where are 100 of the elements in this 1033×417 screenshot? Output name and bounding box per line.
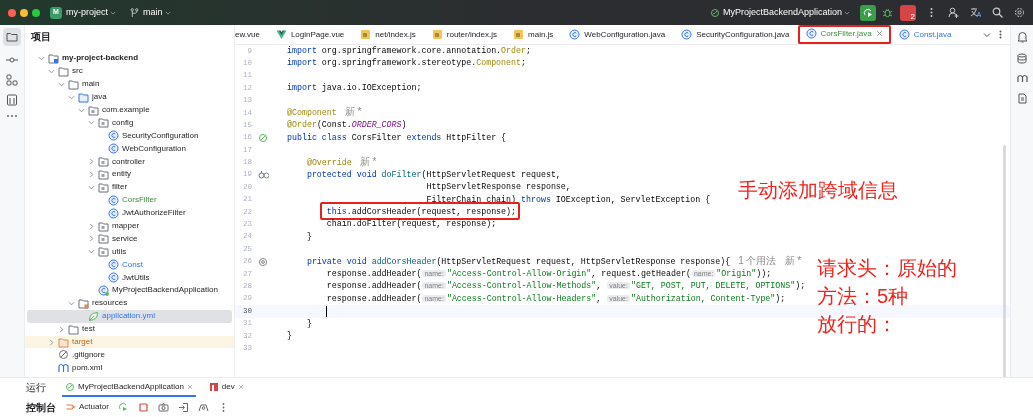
tree-item[interactable]: test [25, 322, 234, 336]
structure-icon[interactable] [6, 74, 18, 86]
tree-label: target [72, 336, 93, 349]
tree-item[interactable]: SecurityConfiguration [25, 129, 234, 143]
stop-icon[interactable] [137, 401, 149, 413]
run-tab[interactable]: dev [205, 378, 247, 397]
bean-icon[interactable] [258, 132, 269, 143]
tree-item[interactable]: pom.xml [25, 361, 234, 375]
chevron-down-icon[interactable] [983, 30, 991, 39]
editor-tab[interactable]: LoginPage.vue [267, 25, 353, 44]
tree-item[interactable]: my-project-backend [25, 52, 234, 65]
class-icon [108, 207, 119, 219]
package-icon [98, 117, 109, 129]
module-folder-icon [48, 52, 59, 64]
tree-item[interactable]: target [25, 335, 234, 349]
tree-item[interactable]: WebConfiguration [25, 142, 234, 156]
editor-tab[interactable]: router/index.js [423, 25, 505, 44]
class-icon [108, 259, 119, 271]
tree-item[interactable]: .gitignore [25, 348, 234, 362]
tree-item[interactable]: filter [25, 180, 234, 194]
actuator-icon [65, 402, 76, 412]
code-line: } [287, 330, 292, 342]
tree-item[interactable]: com.example [25, 103, 234, 117]
document-icon[interactable] [1017, 93, 1027, 104]
database-icon[interactable] [1017, 53, 1027, 64]
tree-item[interactable]: JwtAuthorizeFilter [25, 206, 234, 220]
folder-icon[interactable] [3, 28, 21, 46]
bell-icon[interactable] [1016, 31, 1028, 43]
code-line: FilterChain chain) throws IOException, ServletException { [425, 193, 711, 206]
maven-icon[interactable] [1016, 74, 1028, 83]
override-icon[interactable] [258, 170, 269, 181]
tree-item[interactable]: config [25, 116, 234, 130]
stop-button[interactable]: 2 [900, 4, 916, 21]
tree-label: resources [92, 297, 128, 310]
tree-label: test [82, 323, 95, 336]
tree-item[interactable]: mapper [25, 219, 234, 233]
tree-label: WebConfiguration [122, 142, 186, 155]
editor-tab[interactable]: main.js [505, 25, 562, 44]
editor-tab[interactable]: Const.java [890, 25, 960, 44]
tree-label: my-project-backend [62, 52, 139, 65]
tree-label: pom.xml [72, 361, 103, 374]
code-line: @Override 新 * [305, 156, 377, 169]
run-button[interactable] [860, 4, 876, 21]
editor-tab[interactable]: CorsFilter.java [797, 25, 891, 44]
rerun-icon [863, 7, 873, 18]
branch-name[interactable]: main [143, 5, 163, 20]
annotation-text: 请求头：原始的 [817, 256, 957, 281]
tree-item[interactable]: resources [25, 296, 234, 310]
exit-icon[interactable] [177, 401, 189, 413]
editor-tab[interactable]: net/index.js [352, 25, 424, 44]
code-line: HttpServletResponse response, [425, 181, 571, 194]
toolbar-tab[interactable]: Actuator [65, 397, 109, 417]
close-icon[interactable] [875, 30, 883, 37]
toolbar-tab[interactable]: 控制台 [26, 397, 56, 417]
project-name[interactable]: my-project [66, 5, 108, 20]
tree-label: controller [112, 155, 145, 168]
chevron-down-icon[interactable] [844, 9, 850, 16]
translate-icon[interactable] [970, 7, 981, 18]
code-line: this.addCorsHeader(request, response); [325, 206, 517, 219]
terminal-icon[interactable] [6, 94, 18, 106]
tree-item[interactable]: Const [25, 258, 234, 272]
code-line: } [305, 230, 312, 243]
tree-label: JwtAuthorizeFilter [122, 207, 186, 220]
tree-item[interactable]: main [25, 77, 234, 91]
camera-icon[interactable] [157, 401, 169, 413]
tree-item[interactable]: CorsFilter [25, 193, 234, 207]
chevron-down-icon[interactable] [164, 9, 171, 16]
editor-tab[interactable]: SecurityConfiguration.java [673, 25, 798, 44]
tree-label: main [82, 78, 100, 91]
spring-icon [65, 381, 75, 392]
add-user-icon[interactable] [948, 7, 959, 18]
tree-label: CorsFilter [122, 194, 157, 207]
chevron-down-icon [68, 299, 75, 307]
class-icon [805, 28, 817, 39]
at-sign-icon[interactable] [258, 256, 269, 267]
run-configuration[interactable]: MyProjectBackendApplication [722, 5, 842, 20]
tree-label: application.yml [102, 310, 155, 323]
tree-item[interactable]: service [25, 232, 234, 246]
scrollbar[interactable] [1003, 145, 1006, 377]
chevron-down-icon[interactable] [110, 9, 116, 16]
package-icon [98, 168, 109, 180]
tree-item[interactable]: JwtUtils [25, 271, 234, 285]
tree-item[interactable]: MyProjectBackendApplication [25, 284, 234, 297]
code-line: public class CorsFilter extends HttpFilter { [287, 131, 507, 144]
tree-item[interactable]: entity [25, 168, 234, 181]
tree-item[interactable]: controller [25, 155, 234, 168]
tree-item[interactable]: java [25, 90, 234, 104]
tree-item[interactable]: src [25, 64, 234, 78]
more-icon[interactable] [999, 30, 1002, 39]
code-line: chain.doFilter(request, response); [325, 218, 497, 231]
blocked-icon [58, 349, 69, 361]
search-icon[interactable] [992, 7, 1003, 18]
bug-icon[interactable] [882, 7, 893, 18]
package-icon [88, 104, 99, 116]
editor-tab[interactable]: WebConfiguration.java [561, 25, 674, 44]
rerun-icon[interactable] [117, 401, 129, 413]
editor-tab[interactable]: ew.vue [235, 25, 268, 44]
commit-icon[interactable] [6, 54, 18, 66]
tree-item[interactable]: utils [25, 245, 234, 259]
run-tab[interactable]: MyProjectBackendApplication [62, 378, 196, 397]
